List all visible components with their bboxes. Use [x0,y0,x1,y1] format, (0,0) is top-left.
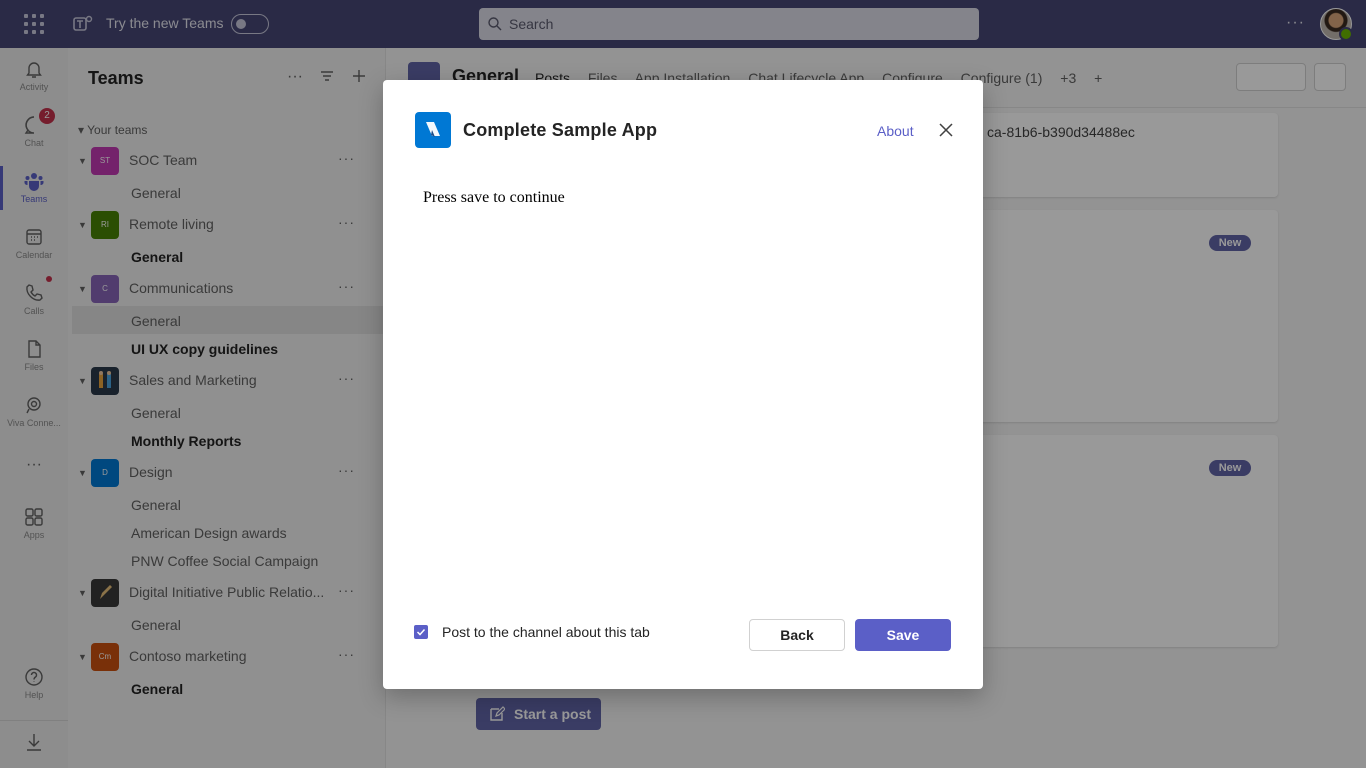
app-config-dialog: Complete Sample App About Press save to … [383,80,983,689]
save-button[interactable]: Save [855,619,951,651]
close-icon[interactable] [937,121,955,139]
post-to-channel-label: Post to the channel about this tab [442,624,650,640]
app-icon [415,112,451,148]
dialog-body-text: Press save to continue [423,189,565,206]
back-button[interactable]: Back [749,619,845,651]
post-to-channel-checkbox[interactable] [414,625,428,639]
app-logo-icon [426,122,440,137]
dialog-title: Complete Sample App [463,120,658,140]
about-link[interactable]: About [877,123,914,139]
checkmark-icon [416,628,426,636]
